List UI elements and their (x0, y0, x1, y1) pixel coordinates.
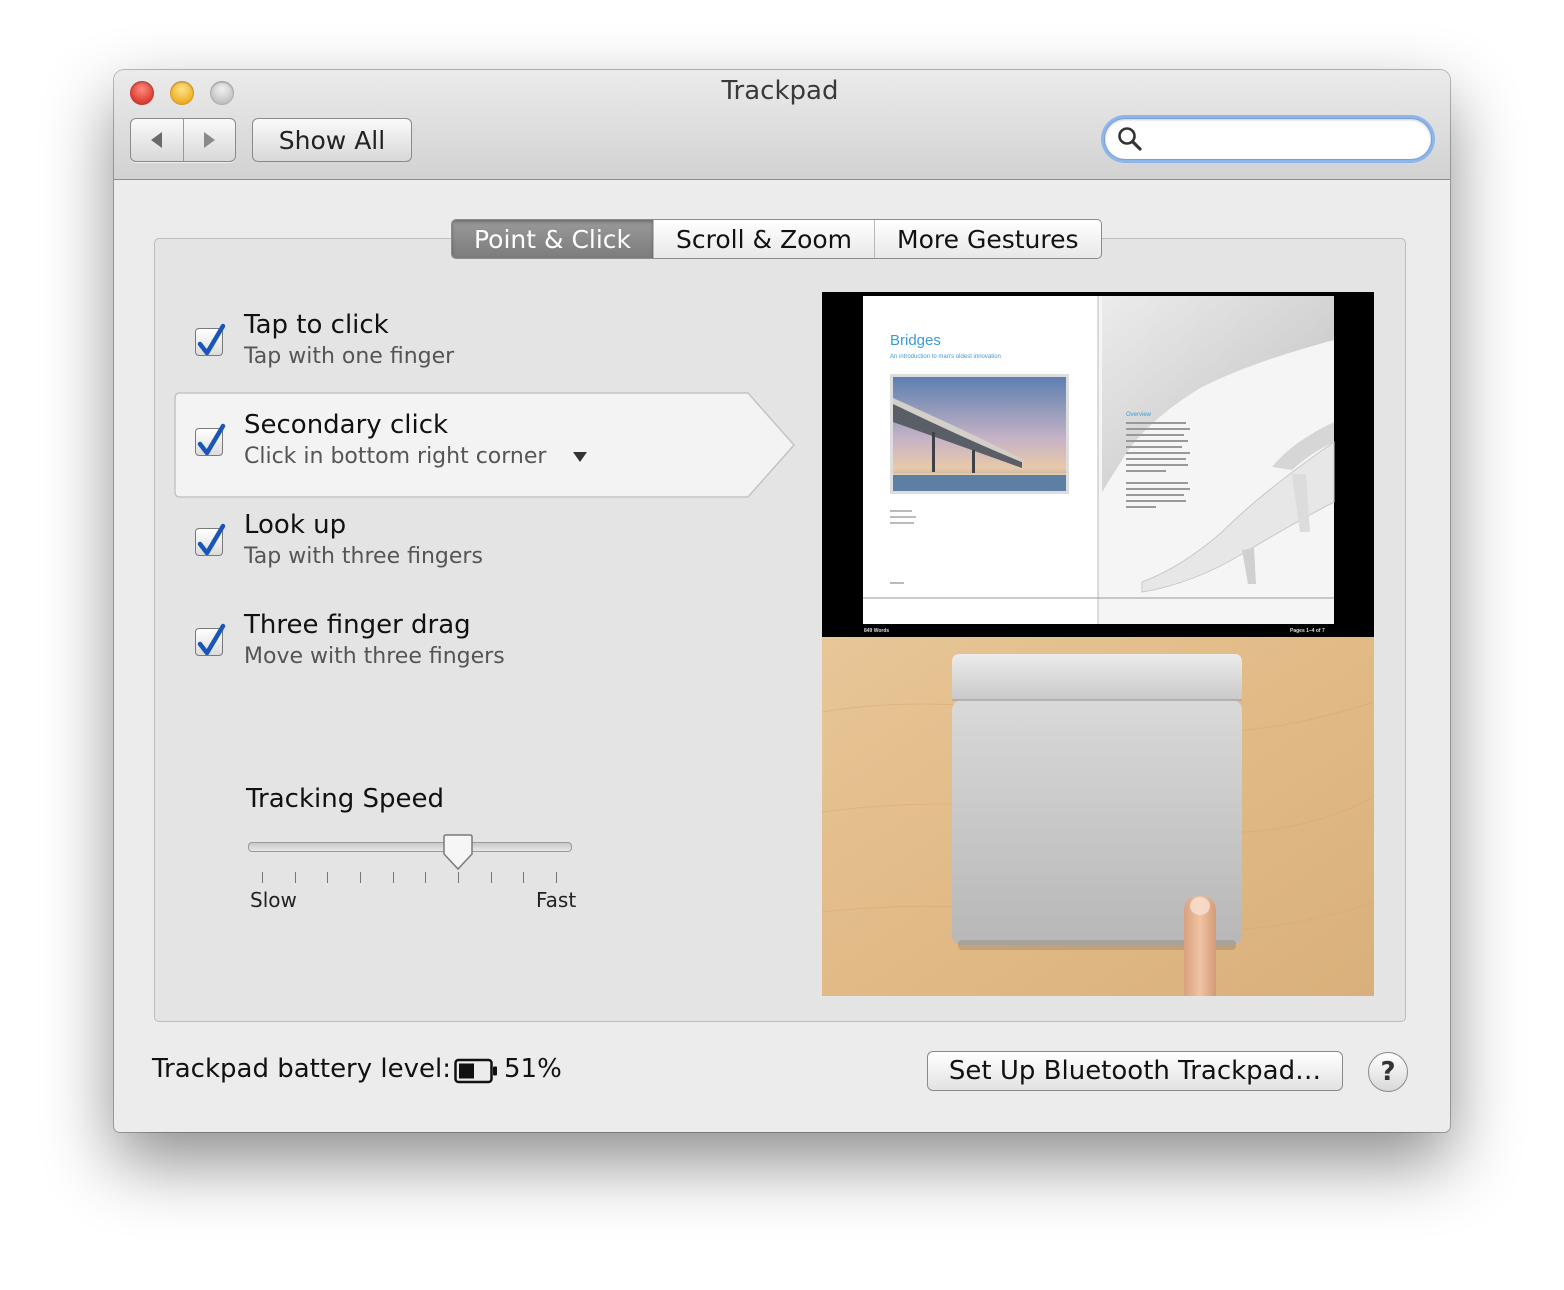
slider-thumb[interactable] (441, 834, 475, 872)
search-field[interactable] (1104, 118, 1432, 160)
search-input[interactable] (1149, 123, 1423, 155)
option-title: Tap to click (244, 310, 389, 340)
slider-tick (556, 872, 557, 883)
chevron-left-icon (150, 132, 162, 148)
slider-tick (458, 872, 459, 883)
dropdown-arrow-icon[interactable] (573, 452, 588, 462)
trackpad-preferences-window: Trackpad Show All Point & Click Scroll &… (114, 70, 1450, 1132)
slider-tick (360, 872, 361, 883)
option-title: Secondary click (244, 410, 449, 440)
slider-tick (294, 872, 296, 883)
tab-scroll-and-zoom[interactable]: Scroll & Zoom (653, 220, 874, 258)
checkmark-icon (197, 623, 226, 656)
book-title: Bridges (890, 332, 941, 349)
battery-icon (454, 1058, 497, 1084)
word-count: 849 Words (864, 628, 889, 634)
tracking-speed-label: Tracking Speed (246, 784, 445, 814)
tracking-speed-slider[interactable] (248, 842, 572, 852)
look-up-checkbox[interactable] (195, 523, 226, 556)
slow-label: Slow (250, 888, 297, 912)
secondary-click-popup[interactable]: Click in bottom right corner (244, 444, 588, 469)
help-button[interactable]: ? (1368, 1052, 1408, 1092)
option-title: Look up (244, 510, 347, 540)
book-subtitle: An introduction to man's oldest innovati… (890, 354, 1001, 360)
titlebar: Trackpad Show All (114, 70, 1450, 180)
show-all-button[interactable]: Show All (252, 118, 412, 162)
tab-bar: Point & Click Scroll & Zoom More Gesture… (451, 219, 1102, 259)
tab-more-gestures[interactable]: More Gestures (874, 220, 1100, 258)
battery-fill (459, 1063, 474, 1079)
slider-tick (523, 872, 525, 883)
forward-button[interactable] (182, 119, 236, 161)
chevron-right-icon (204, 132, 216, 148)
slider-tick (490, 872, 492, 883)
option-subtitle: Move with three fingers (244, 644, 505, 669)
slider-tick (262, 872, 263, 883)
page-count: Pages 1–4 of 7 (1290, 628, 1325, 634)
back-button[interactable] (131, 119, 183, 161)
checkmark-icon (197, 323, 226, 356)
slider-tick (425, 872, 427, 883)
set-up-bluetooth-trackpad-button[interactable]: Set Up Bluetooth Trackpad… (927, 1051, 1343, 1091)
preview-illustration: Bridges An introduction to man's oldest … (822, 292, 1374, 996)
slider-tick (392, 872, 394, 883)
slider-tick (327, 872, 329, 883)
tap-to-click-checkbox[interactable] (195, 323, 226, 356)
battery-percent: 51% (504, 1054, 562, 1084)
gesture-preview-video: Bridges An introduction to man's oldest … (822, 292, 1374, 996)
three-finger-drag-checkbox[interactable] (195, 623, 226, 656)
tab-point-and-click[interactable]: Point & Click (452, 220, 654, 258)
secondary-click-checkbox[interactable] (195, 423, 226, 456)
window-title: Trackpad (721, 76, 839, 106)
overview-heading: Overview (1126, 412, 1152, 418)
checkmark-icon (197, 423, 226, 456)
search-icon (1118, 127, 1142, 151)
back-forward-control (130, 118, 236, 162)
option-title: Three finger drag (244, 610, 471, 640)
option-subtitle: Tap with one finger (244, 344, 455, 369)
option-subtitle: Tap with three fingers (244, 544, 483, 569)
popup-value: Click in bottom right corner (244, 444, 547, 469)
fast-label: Fast (536, 888, 577, 912)
battery-level-label: Trackpad battery level: (152, 1054, 451, 1084)
checkmark-icon (197, 523, 226, 556)
